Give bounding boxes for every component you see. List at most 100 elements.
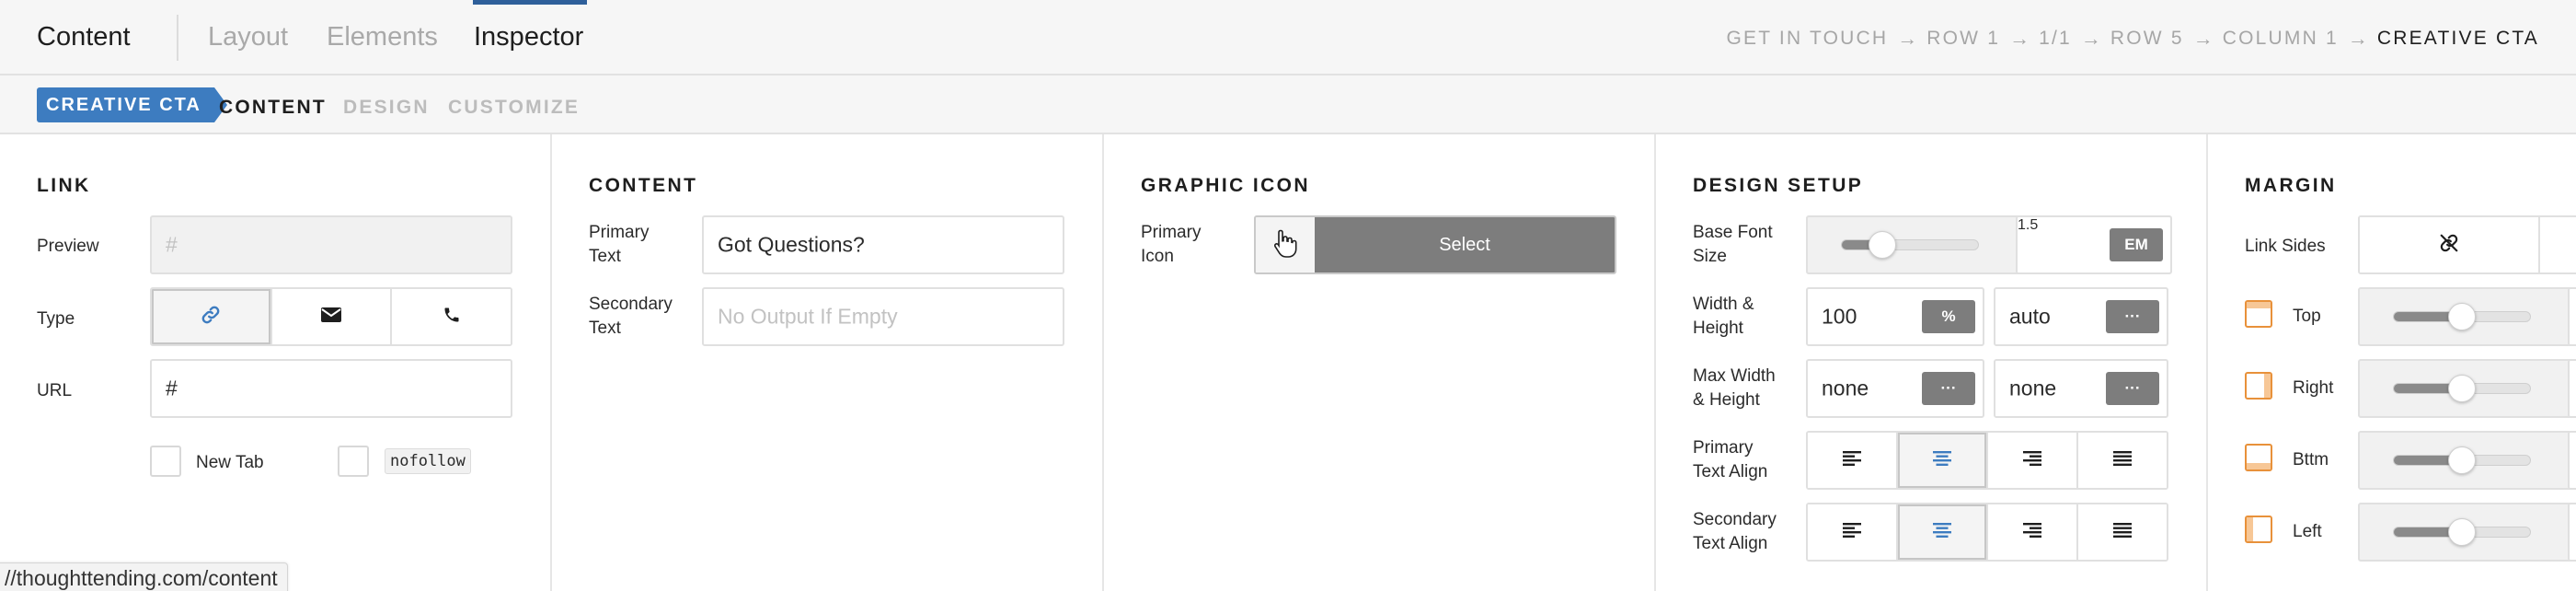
base-font-slider-track[interactable] xyxy=(1841,231,1979,259)
tab-divider xyxy=(177,15,178,61)
graphic-icon-panel: GRAPHIC ICON Primary Icon Select xyxy=(1104,134,1656,591)
max-height-value: none xyxy=(2009,376,2057,400)
margin-right-slider-thumb[interactable] xyxy=(2448,375,2476,402)
type-option-phone[interactable] xyxy=(392,289,511,344)
link-sides-on[interactable] xyxy=(2540,217,2576,272)
url-input[interactable]: # xyxy=(150,359,512,418)
select-icon-button[interactable]: Select xyxy=(1315,217,1615,272)
tab-elements[interactable]: Elements xyxy=(327,22,438,52)
base-font-slider-thumb[interactable] xyxy=(1869,231,1897,259)
tab-content[interactable]: Content xyxy=(37,22,131,52)
label-line: Text xyxy=(589,247,621,266)
margin-top-slider-track[interactable] xyxy=(2393,303,2531,330)
panel-title-link: LINK xyxy=(37,175,91,196)
align-justify-icon xyxy=(2113,450,2132,470)
breadcrumb-item-column-1-1[interactable]: 1/1 xyxy=(2039,28,2072,50)
tab-layout[interactable]: Layout xyxy=(208,22,288,52)
panel-title-graphic-icon: GRAPHIC ICON xyxy=(1141,175,1310,196)
width-unit-button[interactable]: % xyxy=(1922,300,1975,333)
breadcrumb-arrow-icon: → xyxy=(2080,27,2101,50)
label-line: Primary xyxy=(1141,223,1202,242)
subtab-content[interactable]: CONTENT xyxy=(219,97,327,119)
type-option-email[interactable] xyxy=(271,289,393,344)
primary-icon-picker[interactable]: Select xyxy=(1254,215,1616,274)
primary-text-input[interactable]: Got Questions? xyxy=(702,215,1064,274)
primary-text-value: Got Questions? xyxy=(718,232,865,257)
label-line: Height xyxy=(1693,319,1743,338)
margin-right-label: Right xyxy=(2293,378,2334,398)
pointer-hand-icon xyxy=(1273,228,1297,262)
height-unit-button[interactable]: ··· xyxy=(2106,300,2159,333)
secondary-align-left[interactable] xyxy=(1808,504,1898,560)
secondary-align-center[interactable] xyxy=(1898,504,1988,560)
status-bar-url: //thoughttending.com/content xyxy=(0,562,288,591)
width-input[interactable]: 100 % xyxy=(1806,287,1984,346)
active-tab-indicator xyxy=(473,0,587,5)
design-setup-panel: DESIGN SETUP Base Font Size 1.5 EM Width… xyxy=(1656,134,2208,591)
link-sides-label: Link Sides xyxy=(2245,237,2326,256)
secondary-align-right[interactable] xyxy=(1988,504,2078,560)
breadcrumb-item-row-5[interactable]: ROW 5 xyxy=(2110,28,2184,50)
align-left-icon xyxy=(1843,450,1861,470)
secondary-text-label: Secondary Text xyxy=(589,293,673,341)
margin-left-slider-thumb[interactable] xyxy=(2448,518,2476,546)
margin-bottom-slider-track[interactable] xyxy=(2393,446,2531,474)
type-label: Type xyxy=(37,309,75,329)
breadcrumb-arrow-icon: → xyxy=(2192,27,2214,50)
preview-field: # xyxy=(150,215,512,274)
label-line: Text xyxy=(589,319,621,338)
secondary-text-align-selector xyxy=(1806,503,2168,562)
primary-align-left[interactable] xyxy=(1808,433,1898,488)
margin-left-icon xyxy=(2245,516,2272,543)
margin-bottom-input[interactable] xyxy=(2568,431,2576,490)
align-right-icon xyxy=(2023,522,2041,542)
breadcrumb-item-column-1[interactable]: COLUMN 1 xyxy=(2223,28,2339,50)
secondary-text-placeholder: No Output If Empty xyxy=(718,304,898,329)
link-sides-off[interactable] xyxy=(2360,217,2540,272)
margin-right-input[interactable] xyxy=(2568,359,2576,418)
subtab-design[interactable]: DESIGN xyxy=(343,97,430,119)
label-line: Icon xyxy=(1141,247,1174,266)
max-height-unit-button[interactable]: ··· xyxy=(2106,372,2159,405)
max-width-unit-button[interactable]: ··· xyxy=(1922,372,1975,405)
nofollow-checkbox[interactable] xyxy=(338,446,369,477)
secondary-align-justify[interactable] xyxy=(2078,504,2167,560)
margin-top-icon xyxy=(2245,300,2272,328)
align-center-icon xyxy=(1933,522,1951,542)
margin-bottom-icon xyxy=(2245,444,2272,471)
subtab-customize[interactable]: CUSTOMIZE xyxy=(448,97,580,119)
label-line: Width & xyxy=(1693,295,1754,314)
label-line: Max Width xyxy=(1693,366,1776,386)
base-font-size-control: 1.5 EM xyxy=(1806,215,2172,274)
align-left-icon xyxy=(1843,522,1861,542)
breadcrumb-arrow-icon: → xyxy=(1897,27,1918,50)
breadcrumb-item-get-in-touch[interactable]: GET IN TOUCH xyxy=(1726,28,1888,50)
max-height-input[interactable]: none ··· xyxy=(1994,359,2168,418)
primary-text-align-selector xyxy=(1806,431,2168,490)
primary-align-center[interactable] xyxy=(1898,433,1988,488)
label-line: Secondary xyxy=(589,295,673,314)
tab-inspector[interactable]: Inspector xyxy=(474,22,583,52)
base-font-size-input[interactable]: 1.5 EM xyxy=(2016,215,2172,274)
type-option-link[interactable] xyxy=(152,289,272,344)
base-font-size-label: Base Font Size xyxy=(1693,221,1773,269)
height-input[interactable]: auto ··· xyxy=(1994,287,2168,346)
base-font-unit-button[interactable]: EM xyxy=(2110,228,2163,261)
primary-align-right[interactable] xyxy=(1988,433,2078,488)
max-width-input[interactable]: none ··· xyxy=(1806,359,1984,418)
margin-left-slider-track[interactable] xyxy=(2393,518,2531,546)
label-line: Text Align xyxy=(1693,462,1768,481)
primary-align-justify[interactable] xyxy=(2078,433,2167,488)
new-tab-checkbox[interactable] xyxy=(150,446,181,477)
secondary-text-input[interactable]: No Output If Empty xyxy=(702,287,1064,346)
margin-left-control xyxy=(2358,503,2576,562)
element-type-badge: CREATIVE CTA xyxy=(37,87,227,122)
margin-panel: MARGIN Link Sides Top Right Bttm Left xyxy=(2208,134,2576,591)
margin-left-input[interactable] xyxy=(2568,503,2576,562)
margin-top-slider-thumb[interactable] xyxy=(2448,303,2476,330)
margin-bottom-slider-thumb[interactable] xyxy=(2448,446,2476,474)
margin-right-slider-track[interactable] xyxy=(2393,375,2531,402)
breadcrumb: GET IN TOUCH → ROW 1 → 1/1 → ROW 5 → COL… xyxy=(1726,27,2539,51)
breadcrumb-item-row-1[interactable]: ROW 1 xyxy=(1926,28,2000,50)
margin-top-input[interactable] xyxy=(2568,287,2576,346)
